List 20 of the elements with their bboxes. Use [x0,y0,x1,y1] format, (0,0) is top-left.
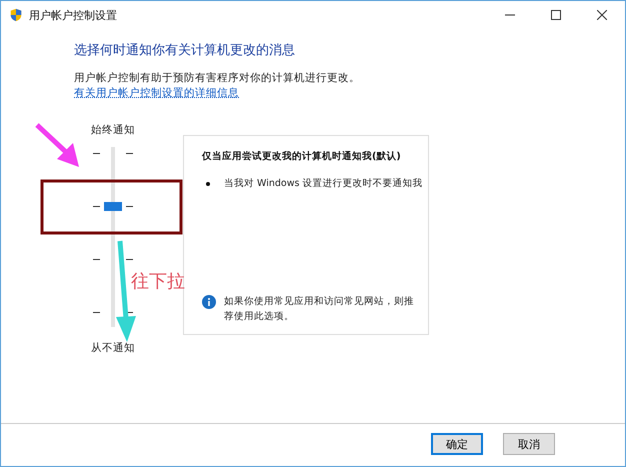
info-icon [202,295,216,309]
bullet-text: 当我对 Windows 设置进行更改时不要通知我 [224,177,422,190]
notification-slider[interactable] [93,147,133,327]
panel-title: 仅当应用尝试更改我的计算机时通知我(默认) [202,150,402,163]
annotation-arrow [35,123,79,167]
slider-bottom-label: 从不通知 [91,341,135,355]
maximize-icon [551,10,561,20]
dialog-button[interactable]: 取消 [503,433,555,455]
shield-icon [9,8,23,22]
dialog-button[interactable]: 确定 [431,433,483,455]
close-icon [597,10,607,20]
window-title: 用户帐户控制设置 [29,8,117,22]
annotation-text: 往下拉 [131,270,185,293]
page-heading: 选择何时通知你有关计算机更改的消息 [74,42,296,59]
bullet-icon [206,182,210,186]
note-text: 如果你使用常见应用和访问常见网站，则推荐使用此选项。 [224,295,415,324]
details-link[interactable]: 有关用户帐户控制设置的详细信息 [74,86,239,101]
slider-top-label: 始终通知 [91,123,135,137]
description-text: 用户帐户控制有助于预防有害程序对你的计算机进行更改。 [74,71,361,86]
slider-thumb[interactable] [104,202,122,211]
